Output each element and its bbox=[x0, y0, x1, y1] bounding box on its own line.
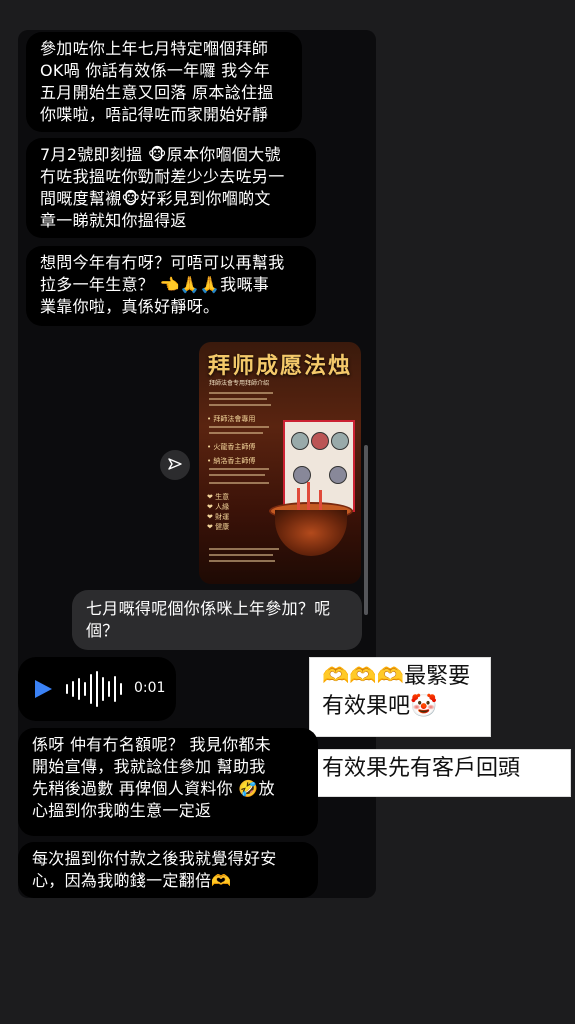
waveform bbox=[66, 671, 122, 707]
deity-figure bbox=[329, 466, 347, 484]
text-line bbox=[209, 468, 269, 470]
post-title: 拜师成愿法烛 bbox=[207, 353, 352, 379]
candle bbox=[297, 488, 300, 510]
voice-duration: 0:01 bbox=[134, 680, 166, 696]
candle bbox=[319, 490, 322, 510]
annotation-sticker: 🫶🫶🫶最緊要 有效果吧🤡 bbox=[310, 658, 490, 736]
message-incoming[interactable]: 參加咗你上年七月特定嗰個拜師 OK喎 你話有效係一年囉 我今年 五月開始生意又回… bbox=[26, 32, 302, 132]
post-subtitle: 拜師法會专用拜師介绍 bbox=[209, 380, 270, 387]
deity-figure bbox=[331, 432, 349, 450]
annotation-sticker: 有效果先有客戶回頭 bbox=[310, 750, 570, 796]
share-button[interactable] bbox=[160, 450, 190, 480]
voice-message[interactable]: 0:01 bbox=[18, 657, 176, 721]
send-icon bbox=[168, 458, 182, 470]
text-line bbox=[209, 392, 273, 394]
deity-figure bbox=[291, 432, 309, 450]
message-incoming[interactable]: 每次搵到你付款之後我就覺得好安 心，因為我啲錢一定翻倍🫶 bbox=[18, 842, 318, 898]
message-incoming[interactable]: 想問今年有冇呀？可唔可以再幫我 拉多一年生意？ 👈🙏🙏我嘅事 業靠你啦，真係好靜… bbox=[26, 246, 316, 326]
candle-bowl bbox=[275, 510, 347, 556]
scrollbar[interactable] bbox=[364, 445, 368, 615]
text-line bbox=[209, 426, 269, 428]
deity-figure bbox=[311, 432, 329, 450]
text-line bbox=[209, 432, 263, 434]
post-bullet: • 拜師法會專用 bbox=[207, 415, 256, 423]
post-bullet: • 納洛香主師傅 bbox=[207, 457, 256, 465]
text-line bbox=[209, 404, 271, 406]
candle bbox=[307, 482, 310, 510]
message-incoming[interactable]: 7月2號即刻搵 🐵原本你嗰個大號 冇咗我搵咗你勁耐差少少去咗另一 間嘅度幫襯🐵好… bbox=[26, 138, 316, 238]
shared-post-image[interactable]: 拜师成愿法烛 拜師法會专用拜師介绍 • 拜師法會專用 • 火龍香主師傅 • 納洛… bbox=[199, 342, 361, 584]
text-line bbox=[209, 548, 279, 550]
post-bullet: ❤ 生意 bbox=[207, 493, 230, 501]
play-icon[interactable] bbox=[32, 678, 54, 700]
text-line bbox=[209, 560, 275, 562]
text-line bbox=[209, 554, 273, 556]
message-incoming[interactable]: 係呀 仲有冇名額呢？ 我見你都未 開始宣傳，我就諗住參加 幫助我 先稍後過數 再… bbox=[18, 728, 318, 836]
post-bullet: ❤ 健康 bbox=[207, 523, 230, 531]
post-bullet: ❤ 財運 bbox=[207, 513, 230, 521]
text-line bbox=[209, 482, 269, 484]
message-outgoing[interactable]: 七月嘅得呢個你係咪上年參加？呢 個？ bbox=[72, 590, 362, 650]
text-line bbox=[209, 398, 267, 400]
text-line bbox=[209, 474, 265, 476]
post-bullet: • 火龍香主師傅 bbox=[207, 443, 256, 451]
post-bullet: ❤ 人緣 bbox=[207, 503, 230, 511]
